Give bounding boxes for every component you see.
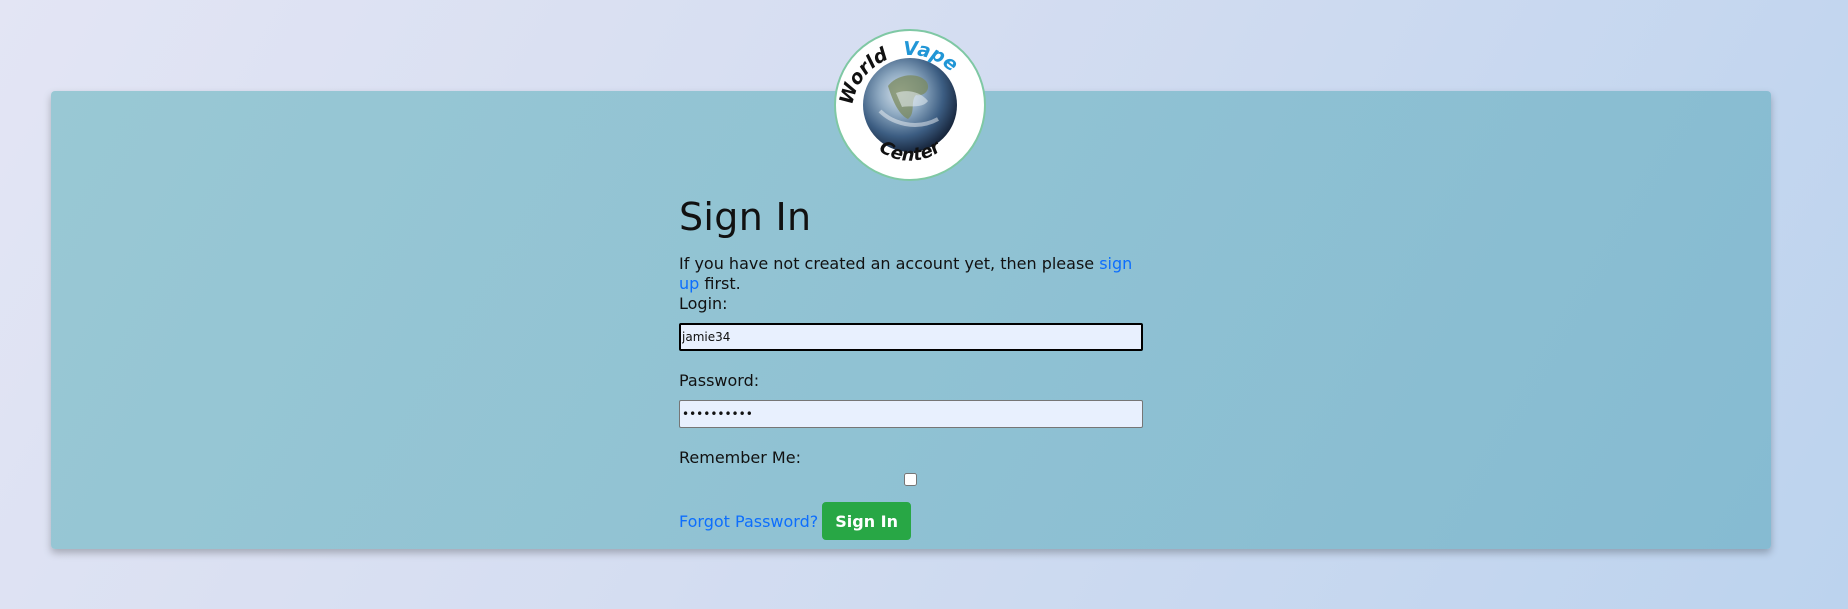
login-input[interactable]	[679, 323, 1143, 351]
signup-prompt: If you have not created an account yet, …	[679, 254, 1145, 293]
globe-logo-icon: World Vape Center	[836, 38, 962, 166]
login-label: Login:	[679, 294, 728, 313]
signin-form: Sign In If you have not created an accou…	[679, 190, 1145, 540]
remember-me-label: Remember Me:	[679, 448, 801, 467]
form-actions: Forgot Password? Sign In	[679, 502, 1145, 540]
signup-prompt-before: If you have not created an account yet, …	[679, 254, 1100, 273]
password-input[interactable]	[679, 400, 1143, 428]
world-vape-center-logo: World Vape Center	[834, 29, 986, 181]
page-title: Sign In	[679, 195, 812, 239]
remember-me-checkbox[interactable]	[904, 473, 917, 486]
password-label: Password:	[679, 371, 760, 390]
sign-in-button[interactable]: Sign In	[822, 502, 912, 540]
remember-me-row	[679, 468, 1145, 492]
forgot-password-link[interactable]: Forgot Password?	[679, 512, 818, 531]
signup-prompt-after: first.	[699, 274, 741, 293]
